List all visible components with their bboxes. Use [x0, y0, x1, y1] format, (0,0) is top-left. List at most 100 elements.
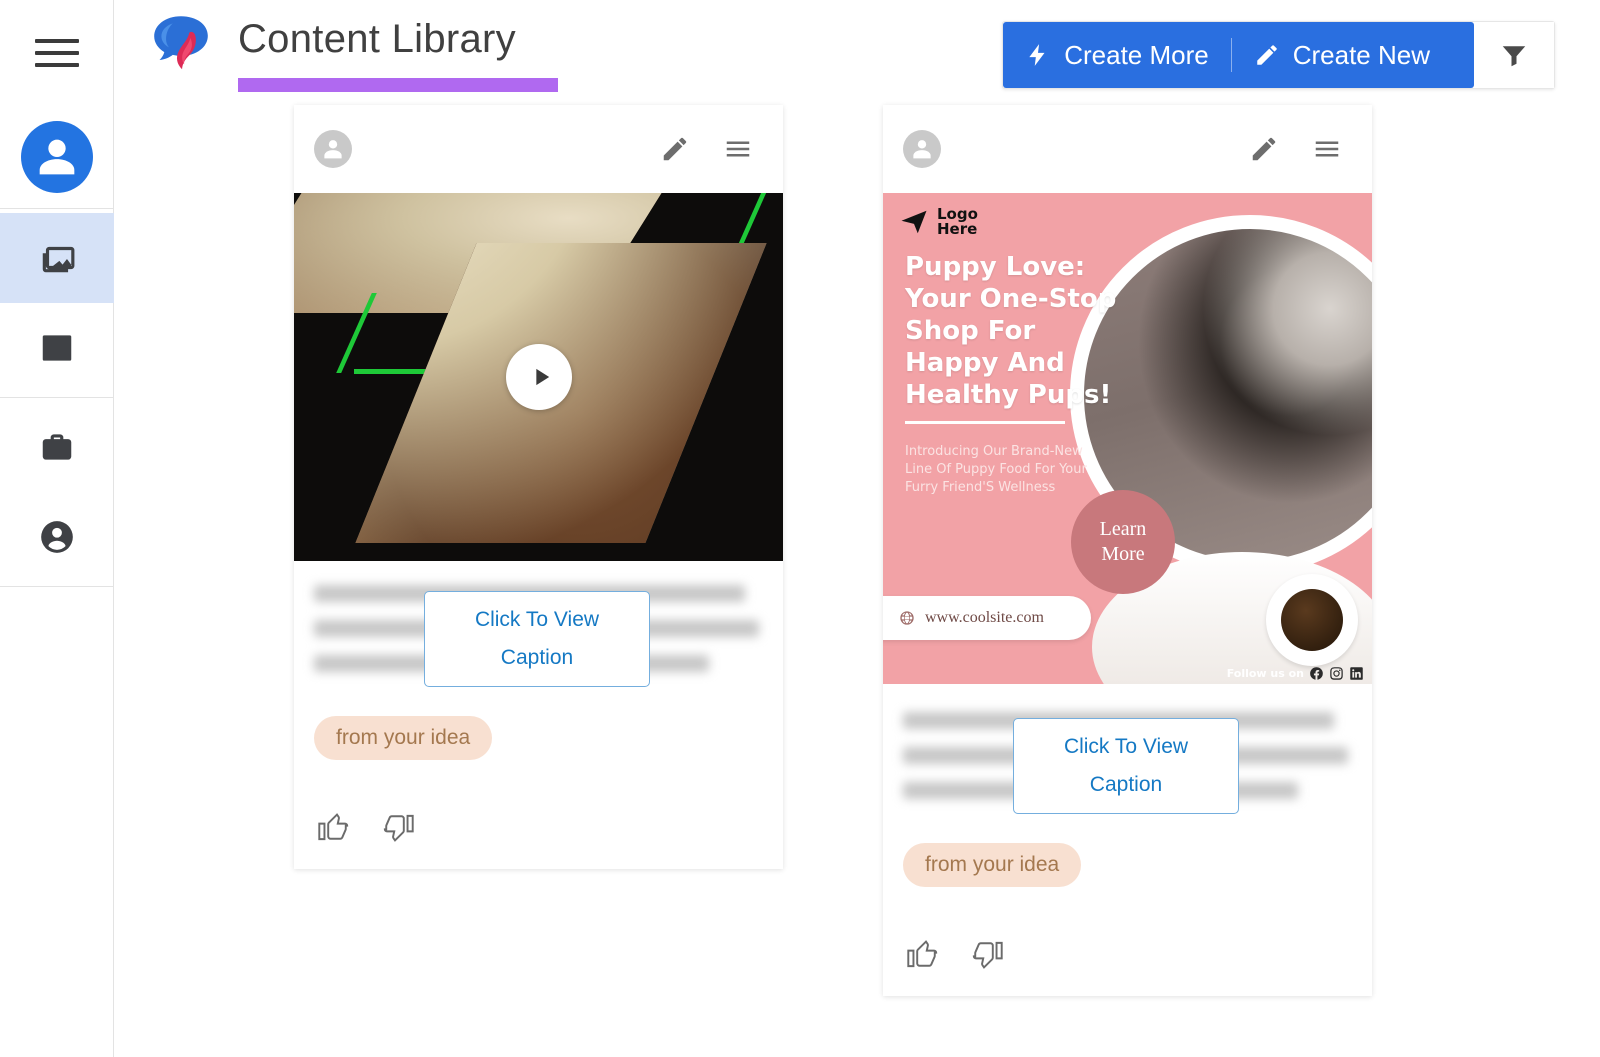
thumbs-down-icon — [972, 941, 1003, 969]
learn-more-button[interactable]: Learn More — [1071, 490, 1175, 594]
card-edit-button[interactable] — [660, 134, 690, 164]
page-title: Content Library — [238, 17, 516, 61]
main-area: Content Library Create More Create New C… — [114, 0, 1600, 1057]
card-body: Click To View Caption — [294, 561, 783, 690]
thumbs-down-button[interactable] — [383, 812, 414, 843]
ad-image[interactable]: Logo Here Puppy Love: Your One-Stop Shop… — [883, 193, 1372, 684]
card-body: Click To View Caption — [883, 684, 1372, 817]
sidebar-group-content — [0, 209, 114, 398]
card-reactions — [883, 887, 1372, 996]
create-more-label: Create More — [1064, 39, 1209, 70]
ad-headline: Puppy Love: Your One-Stop Shop For Happy… — [905, 252, 1117, 410]
hamburger-menu-icon — [34, 50, 79, 55]
card-reactions — [294, 760, 783, 869]
ad-follow-label: Follow us on — [1226, 667, 1304, 680]
lightning-bolt-icon — [1029, 44, 1045, 66]
user-avatar-icon — [913, 140, 931, 159]
ad-divider — [905, 421, 1065, 424]
sidebar — [0, 0, 114, 1057]
thumbs-up-button[interactable] — [318, 812, 349, 843]
hamburger-menu-icon — [726, 141, 750, 157]
view-caption-line2: Caption — [1089, 773, 1163, 796]
ad-website-pill: www.coolsite.com — [883, 596, 1091, 640]
sidebar-item-analytics[interactable] — [0, 303, 114, 393]
card-edit-button[interactable] — [1249, 134, 1279, 164]
ad-subtext: Introducing Our Brand-New Line Of Puppy … — [905, 444, 1087, 495]
facebook-icon[interactable] — [1309, 666, 1324, 681]
card-tags: from your idea — [883, 817, 1372, 887]
funnel-filter-icon — [1502, 46, 1526, 67]
thumbs-up-button[interactable] — [907, 939, 938, 970]
sidebar-item-library[interactable] — [0, 213, 114, 303]
avatar — [314, 130, 352, 168]
video-thumbnail[interactable] — [294, 193, 783, 561]
content-card-video[interactable]: Click To View Caption from your idea — [294, 105, 783, 869]
view-caption-button[interactable]: Click To View Caption — [1013, 718, 1239, 814]
source-tag[interactable]: from your idea — [903, 843, 1082, 887]
instagram-icon[interactable] — [1329, 666, 1344, 681]
view-caption-line2: Caption — [500, 646, 574, 669]
green-accent-line — [737, 193, 768, 247]
card-menu-button[interactable] — [1312, 134, 1342, 164]
image-library-icon — [42, 246, 74, 273]
learn-more-line1: Learn — [1099, 518, 1147, 540]
sidebar-avatar[interactable] — [0, 105, 114, 209]
pencil-icon — [663, 137, 687, 161]
thumbs-down-button[interactable] — [972, 939, 1003, 970]
linkedin-icon[interactable] — [1349, 666, 1364, 681]
card-menu-button[interactable] — [723, 134, 753, 164]
hamburger-menu-icon — [34, 38, 79, 43]
sidebar-group-account — [0, 398, 114, 587]
hamburger-menu-icon — [1315, 141, 1339, 157]
filter-button[interactable] — [1474, 22, 1554, 88]
sidebar-toggle-button[interactable] — [0, 0, 114, 105]
ad-follow-bar: Follow us on — [1227, 666, 1364, 681]
app-root: Content Library Create More Create New C… — [0, 0, 1600, 1057]
content-card-grid: Click To View Caption from your idea Log… — [114, 105, 1600, 1057]
card-header — [883, 105, 1372, 193]
ad-website-text: www.coolsite.com — [925, 609, 1044, 626]
sidebar-item-workspace[interactable] — [0, 402, 114, 492]
paper-plane-icon — [901, 210, 927, 234]
card-header — [294, 105, 783, 193]
top-bar: Content Library Create More Create New — [114, 0, 1600, 105]
play-button[interactable] — [505, 344, 572, 410]
create-more-button[interactable]: Create More — [1003, 22, 1231, 88]
ad-logo: Logo Here — [897, 207, 978, 237]
thumbs-down-icon — [383, 814, 414, 842]
card-tags: from your idea — [294, 690, 783, 760]
source-tag[interactable]: from your idea — [314, 716, 493, 760]
thumbs-up-icon — [318, 813, 349, 841]
user-avatar-icon — [324, 140, 342, 159]
sidebar-item-account[interactable] — [0, 492, 114, 582]
avatar — [903, 130, 941, 168]
create-new-button[interactable]: Create New — [1232, 22, 1452, 88]
user-avatar-icon — [20, 120, 93, 193]
pencil-icon — [1252, 137, 1276, 161]
briefcase-icon — [42, 434, 71, 460]
person-circle-icon — [40, 521, 73, 553]
speech-bubble-logo — [154, 16, 208, 70]
hamburger-menu-icon — [34, 62, 79, 67]
bar-chart-icon — [42, 335, 71, 361]
button-group-tail — [1452, 22, 1474, 88]
thumbs-up-icon — [907, 940, 938, 968]
play-button-icon — [536, 368, 550, 386]
card-header-actions — [1249, 134, 1342, 164]
view-caption-line1: Click To View — [474, 608, 600, 631]
brand: Content Library — [148, 0, 558, 92]
globe-icon — [900, 611, 914, 625]
view-caption-button[interactable]: Click To View Caption — [424, 591, 650, 687]
create-new-label: Create New — [1292, 39, 1430, 70]
create-button-group: Create More Create New — [1003, 22, 1474, 88]
title-block: Content Library — [238, 10, 558, 92]
content-card-image[interactable]: Logo Here Puppy Love: Your One-Stop Shop… — [883, 105, 1372, 996]
learn-more-line2: More — [1101, 543, 1145, 565]
ad-logo-line2: Here — [937, 220, 978, 238]
pencil-icon — [1256, 45, 1277, 65]
page-title-underline — [238, 78, 558, 92]
top-actions: Create More Create New — [1002, 21, 1555, 89]
card-header-actions — [660, 134, 753, 164]
view-caption-line1: Click To View — [1063, 735, 1189, 758]
